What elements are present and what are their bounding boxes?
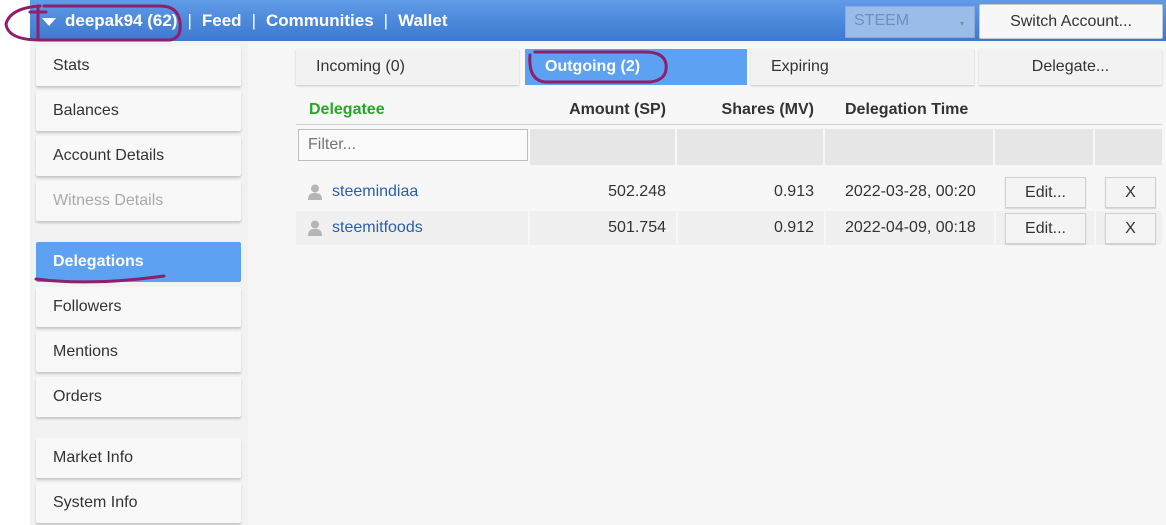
chain-select-value: STEEM xyxy=(854,12,910,29)
sidebar-item-market-info[interactable]: Market Info xyxy=(36,438,241,478)
tab-outgoing[interactable]: Outgoing (2) xyxy=(525,49,747,85)
table-row: steemindiaa 502.248 0.913 2022-03-28, 00… xyxy=(296,175,1162,209)
dropdown-arrow-icon: ▾ xyxy=(959,19,964,28)
sidebar-item-system-info[interactable]: System Info xyxy=(36,483,241,523)
main-panel: Incoming (0) Outgoing (2) Expiring Deleg… xyxy=(248,41,1166,525)
remove-button[interactable]: X xyxy=(1105,177,1156,208)
amount-cell: 501.754 xyxy=(530,211,676,245)
page: deepak94 (62) | Feed | Communities | Wal… xyxy=(0,0,1166,525)
sidebar-item-balances[interactable]: Balances xyxy=(36,91,241,131)
column-header-shares[interactable]: Shares (MV) xyxy=(678,97,814,123)
remove-button[interactable]: X xyxy=(1105,213,1156,244)
nav-separator: | xyxy=(251,10,256,30)
nav-wallet[interactable]: Wallet xyxy=(398,11,447,31)
sidebar-item-followers[interactable]: Followers xyxy=(36,287,241,327)
column-header-delegation-time[interactable]: Delegation Time xyxy=(845,97,1005,123)
delegatee-link[interactable]: steemindiaa xyxy=(332,175,418,209)
tab-incoming[interactable]: Incoming (0) xyxy=(296,49,519,85)
time-cell: 2022-03-28, 00:20 xyxy=(845,183,976,200)
user-icon xyxy=(308,184,322,200)
tab-delegate[interactable]: Delegate... xyxy=(979,49,1162,85)
delegatee-link[interactable]: steemitfoods xyxy=(332,211,423,245)
filter-cell xyxy=(995,129,1093,165)
filter-cell xyxy=(530,129,675,165)
sidebar: Stats Balances Account Details Witness D… xyxy=(30,41,248,525)
nav-communities[interactable]: Communities xyxy=(266,11,374,31)
column-header-amount[interactable]: Amount (SP) xyxy=(530,97,666,123)
sidebar-item-account-details[interactable]: Account Details xyxy=(36,136,241,176)
shares-cell: 0.913 xyxy=(773,183,814,200)
nav-feed[interactable]: Feed xyxy=(202,11,242,31)
sidebar-item-delegations[interactable]: Delegations xyxy=(36,242,241,282)
sidebar-item-stats[interactable]: Stats xyxy=(36,46,241,86)
filter-input[interactable] xyxy=(298,129,528,161)
nav-separator: | xyxy=(383,10,389,30)
caret-down-icon[interactable] xyxy=(42,17,56,26)
tab-expiring[interactable]: Expiring xyxy=(751,49,974,85)
filter-cell xyxy=(1095,129,1162,165)
user-icon xyxy=(308,220,322,236)
filter-cell xyxy=(825,129,993,165)
shares-cell: 0.912 xyxy=(678,211,824,245)
account-name[interactable]: deepak94 (62) xyxy=(65,11,177,31)
header-divider xyxy=(296,124,1162,125)
amount-cell: 502.248 xyxy=(608,183,666,200)
edit-button[interactable]: Edit... xyxy=(1005,213,1086,244)
sidebar-item-witness-details: Witness Details xyxy=(36,181,241,221)
account-menu[interactable]: deepak94 (62) xyxy=(30,0,177,41)
sidebar-item-orders[interactable]: Orders xyxy=(36,377,241,417)
edit-button[interactable]: Edit... xyxy=(1005,177,1086,208)
top-bar: deepak94 (62) | Feed | Communities | Wal… xyxy=(30,0,1166,41)
sidebar-item-mentions[interactable]: Mentions xyxy=(36,332,241,372)
filter-cell xyxy=(677,129,823,165)
delegatee-cell: steemitfoods xyxy=(296,211,528,245)
time-cell: 2022-04-09, 00:18 xyxy=(826,211,994,245)
column-header-delegatee[interactable]: Delegatee xyxy=(309,97,509,123)
table-row: steemitfoods 501.754 0.912 2022-04-09, 0… xyxy=(296,211,1162,245)
delegatee-cell: steemindiaa xyxy=(296,175,528,209)
switch-account-button[interactable]: Switch Account... xyxy=(979,4,1163,39)
chain-select[interactable]: STEEM ▾ xyxy=(845,6,975,38)
nav-separator: | xyxy=(187,10,192,30)
